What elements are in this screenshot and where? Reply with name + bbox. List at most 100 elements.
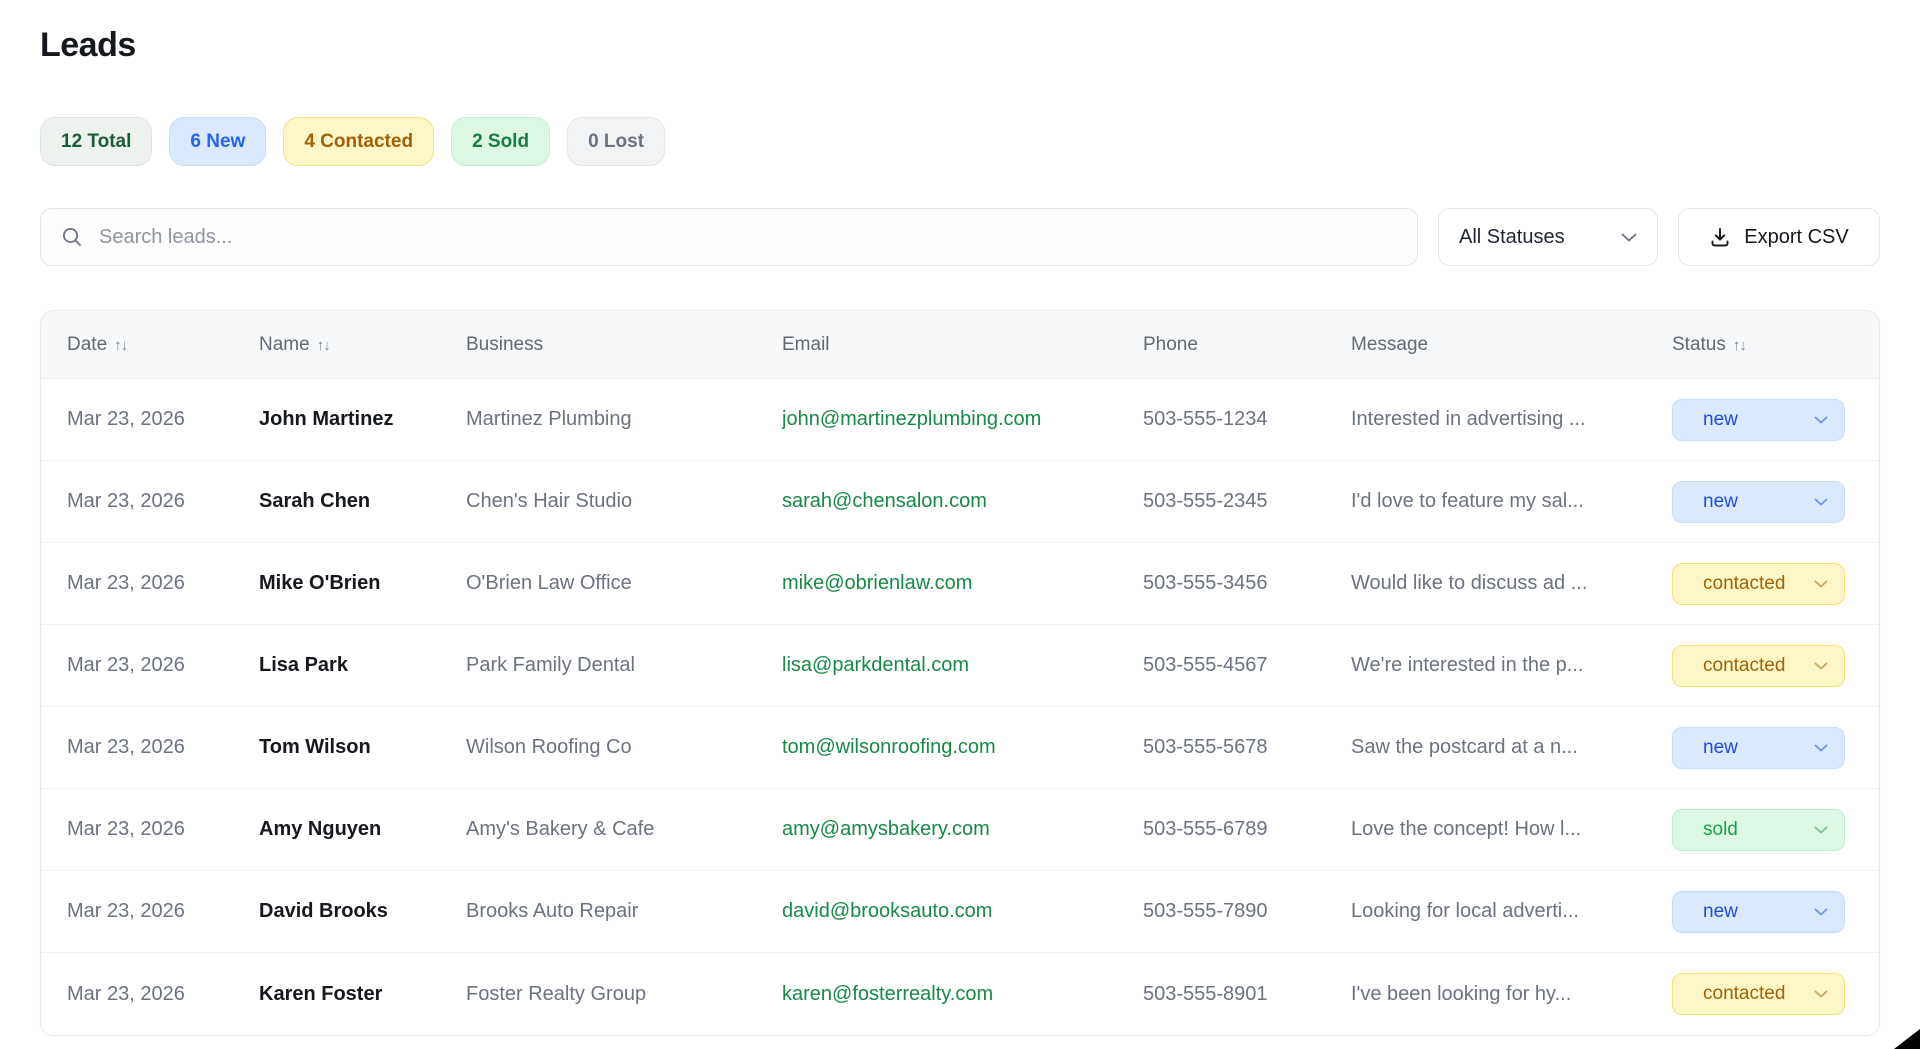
phone-cell: 503-555-8901 (1143, 983, 1351, 1006)
chevron-down-icon (1814, 744, 1828, 752)
status-select[interactable]: new (1672, 481, 1845, 523)
date-cell: Mar 23, 2026 (67, 572, 259, 595)
date-cell: Mar 23, 2026 (67, 983, 259, 1006)
column-header-message: Message (1351, 334, 1672, 356)
status-cell: contacted (1672, 973, 1879, 1015)
status-value: contacted (1703, 573, 1785, 595)
column-header-date[interactable]: Date↑↓ (67, 334, 259, 356)
email-cell: tom@wilsonroofing.com (782, 736, 1143, 759)
email-link[interactable]: karen@fosterrealty.com (782, 983, 993, 1005)
phone-cell: 503-555-4567 (1143, 654, 1351, 677)
status-select[interactable]: contacted (1672, 645, 1845, 687)
email-cell: karen@fosterrealty.com (782, 983, 1143, 1006)
column-header-business: Business (466, 334, 782, 356)
name-cell: David Brooks (259, 900, 466, 923)
summary-badge-total: 12 Total (40, 117, 152, 166)
table-row: Mar 23, 2026Mike O'BrienO'Brien Law Offi… (41, 543, 1879, 625)
status-value: contacted (1703, 655, 1785, 677)
status-cell: sold (1672, 809, 1879, 851)
business-cell: Brooks Auto Repair (466, 900, 782, 923)
message-cell: Interested in advertising ... (1351, 408, 1672, 431)
column-label: Name (259, 334, 310, 355)
email-link[interactable]: amy@amysbakery.com (782, 818, 990, 840)
summary-badges: 12 Total6 New4 Contacted2 Sold0 Lost (40, 117, 1880, 166)
message-cell: Looking for local adverti... (1351, 900, 1672, 923)
chevron-down-icon (1621, 233, 1637, 242)
column-label: Message (1351, 334, 1428, 355)
table-row: Mar 23, 2026Amy NguyenAmy's Bakery & Caf… (41, 789, 1879, 871)
date-cell: Mar 23, 2026 (67, 736, 259, 759)
email-link[interactable]: tom@wilsonroofing.com (782, 736, 996, 758)
status-cell: new (1672, 891, 1879, 933)
table-header-row: Date↑↓Name↑↓BusinessEmailPhoneMessageSta… (41, 311, 1879, 379)
phone-cell: 503-555-1234 (1143, 408, 1351, 431)
status-select[interactable]: sold (1672, 809, 1845, 851)
email-link[interactable]: sarah@chensalon.com (782, 490, 987, 512)
status-cell: new (1672, 727, 1879, 769)
table-row: Mar 23, 2026David BrooksBrooks Auto Repa… (41, 871, 1879, 953)
message-cell: Would like to discuss ad ... (1351, 572, 1672, 595)
date-cell: Mar 23, 2026 (67, 490, 259, 513)
search-field-wrap (40, 208, 1418, 266)
download-icon (1709, 226, 1731, 248)
column-header-email: Email (782, 334, 1143, 356)
summary-badge-sold: 2 Sold (451, 117, 550, 166)
status-value: new (1703, 409, 1738, 431)
export-csv-button[interactable]: Export CSV (1678, 208, 1880, 266)
summary-badge-new: 6 New (169, 117, 266, 166)
business-cell: Foster Realty Group (466, 983, 782, 1006)
business-cell: O'Brien Law Office (466, 572, 782, 595)
search-input[interactable] (40, 208, 1418, 266)
status-select[interactable]: new (1672, 399, 1845, 441)
status-select[interactable]: new (1672, 891, 1845, 933)
email-link[interactable]: lisa@parkdental.com (782, 654, 969, 676)
date-cell: Mar 23, 2026 (67, 654, 259, 677)
status-cell: contacted (1672, 645, 1879, 687)
business-cell: Wilson Roofing Co (466, 736, 782, 759)
table-row: Mar 23, 2026Sarah ChenChen's Hair Studio… (41, 461, 1879, 543)
business-cell: Park Family Dental (466, 654, 782, 677)
status-filter-value: All Statuses (1459, 226, 1565, 249)
status-value: sold (1703, 819, 1738, 841)
status-cell: new (1672, 399, 1879, 441)
email-link[interactable]: mike@obrienlaw.com (782, 572, 972, 594)
name-cell: Sarah Chen (259, 490, 466, 513)
phone-cell: 503-555-5678 (1143, 736, 1351, 759)
status-select[interactable]: contacted (1672, 973, 1845, 1015)
name-cell: Mike O'Brien (259, 572, 466, 595)
sort-icon: ↑↓ (114, 337, 127, 354)
chevron-down-icon (1814, 498, 1828, 506)
status-value: contacted (1703, 983, 1785, 1005)
phone-cell: 503-555-2345 (1143, 490, 1351, 513)
message-cell: Love the concept! How l... (1351, 818, 1672, 841)
chevron-down-icon (1814, 580, 1828, 588)
status-filter-select[interactable]: All Statuses (1438, 208, 1658, 266)
status-select[interactable]: contacted (1672, 563, 1845, 605)
toolbar: All Statuses Export CSV (40, 208, 1880, 266)
column-header-status[interactable]: Status ↑↓ (1672, 334, 1879, 356)
name-cell: Tom Wilson (259, 736, 466, 759)
chevron-down-icon (1814, 908, 1828, 916)
status-select[interactable]: new (1672, 727, 1845, 769)
email-cell: lisa@parkdental.com (782, 654, 1143, 677)
date-cell: Mar 23, 2026 (67, 900, 259, 923)
export-csv-label: Export CSV (1744, 226, 1848, 249)
business-cell: Amy's Bakery & Cafe (466, 818, 782, 841)
email-link[interactable]: john@martinezplumbing.com (782, 408, 1041, 430)
table-row: Mar 23, 2026John MartinezMartinez Plumbi… (41, 379, 1879, 461)
message-cell: I've been looking for hy... (1351, 983, 1672, 1006)
message-cell: I'd love to feature my sal... (1351, 490, 1672, 513)
email-cell: john@martinezplumbing.com (782, 408, 1143, 431)
leads-table: Date↑↓Name↑↓BusinessEmailPhoneMessageSta… (40, 310, 1880, 1036)
email-cell: sarah@chensalon.com (782, 490, 1143, 513)
column-label: Status (1672, 334, 1726, 355)
sort-icon: ↑↓ (1733, 337, 1746, 354)
column-header-name[interactable]: Name↑↓ (259, 334, 466, 356)
search-icon (61, 226, 83, 248)
business-cell: Martinez Plumbing (466, 408, 782, 431)
message-cell: We're interested in the p... (1351, 654, 1672, 677)
email-link[interactable]: david@brooksauto.com (782, 900, 992, 922)
email-cell: mike@obrienlaw.com (782, 572, 1143, 595)
leads-table-body: Mar 23, 2026John MartinezMartinez Plumbi… (41, 379, 1879, 1035)
message-cell: Saw the postcard at a n... (1351, 736, 1672, 759)
